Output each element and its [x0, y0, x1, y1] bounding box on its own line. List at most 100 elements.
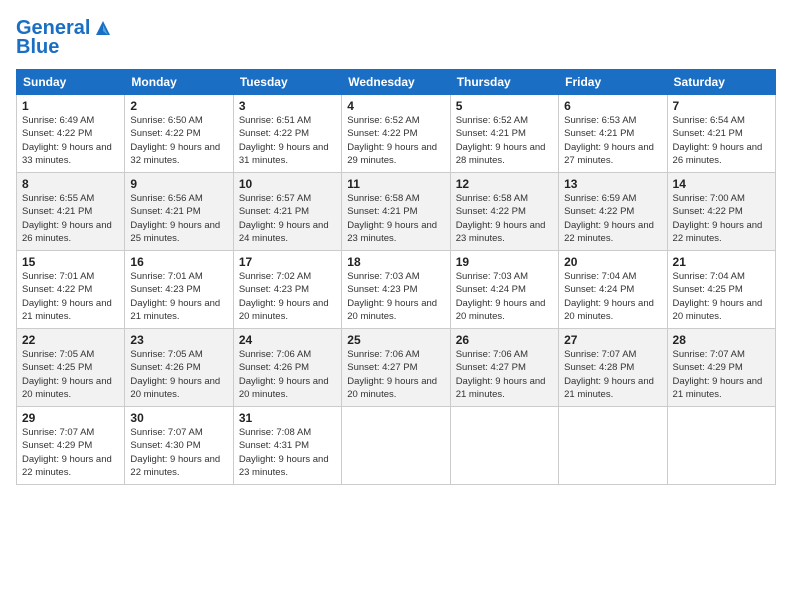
weekday-header-wednesday: Wednesday	[342, 70, 450, 95]
day-info: Sunrise: 7:01 AMSunset: 4:23 PMDaylight:…	[130, 270, 227, 323]
day-info: Sunrise: 6:54 AMSunset: 4:21 PMDaylight:…	[673, 114, 770, 167]
calendar-cell: 8Sunrise: 6:55 AMSunset: 4:21 PMDaylight…	[17, 173, 125, 251]
weekday-header-saturday: Saturday	[667, 70, 775, 95]
day-info: Sunrise: 7:07 AMSunset: 4:29 PMDaylight:…	[22, 426, 119, 479]
day-number: 22	[22, 333, 119, 347]
day-number: 9	[130, 177, 227, 191]
calendar-cell: 17Sunrise: 7:02 AMSunset: 4:23 PMDayligh…	[233, 251, 341, 329]
day-number: 3	[239, 99, 336, 113]
calendar-cell	[450, 407, 558, 485]
day-number: 31	[239, 411, 336, 425]
day-info: Sunrise: 7:04 AMSunset: 4:24 PMDaylight:…	[564, 270, 661, 323]
calendar-cell: 23Sunrise: 7:05 AMSunset: 4:26 PMDayligh…	[125, 329, 233, 407]
calendar-cell: 5Sunrise: 6:52 AMSunset: 4:21 PMDaylight…	[450, 95, 558, 173]
day-number: 11	[347, 177, 444, 191]
day-info: Sunrise: 6:55 AMSunset: 4:21 PMDaylight:…	[22, 192, 119, 245]
day-info: Sunrise: 6:56 AMSunset: 4:21 PMDaylight:…	[130, 192, 227, 245]
day-number: 14	[673, 177, 770, 191]
day-number: 1	[22, 99, 119, 113]
day-number: 5	[456, 99, 553, 113]
calendar-cell: 22Sunrise: 7:05 AMSunset: 4:25 PMDayligh…	[17, 329, 125, 407]
day-number: 30	[130, 411, 227, 425]
calendar-cell: 3Sunrise: 6:51 AMSunset: 4:22 PMDaylight…	[233, 95, 341, 173]
calendar-cell: 18Sunrise: 7:03 AMSunset: 4:23 PMDayligh…	[342, 251, 450, 329]
calendar-cell: 1Sunrise: 6:49 AMSunset: 4:22 PMDaylight…	[17, 95, 125, 173]
day-number: 4	[347, 99, 444, 113]
day-number: 27	[564, 333, 661, 347]
day-info: Sunrise: 7:06 AMSunset: 4:27 PMDaylight:…	[347, 348, 444, 401]
calendar-cell: 16Sunrise: 7:01 AMSunset: 4:23 PMDayligh…	[125, 251, 233, 329]
day-info: Sunrise: 6:58 AMSunset: 4:22 PMDaylight:…	[456, 192, 553, 245]
weekday-header-tuesday: Tuesday	[233, 70, 341, 95]
day-info: Sunrise: 7:02 AMSunset: 4:23 PMDaylight:…	[239, 270, 336, 323]
day-number: 13	[564, 177, 661, 191]
day-number: 8	[22, 177, 119, 191]
day-info: Sunrise: 6:58 AMSunset: 4:21 PMDaylight:…	[347, 192, 444, 245]
calendar-week-2: 8Sunrise: 6:55 AMSunset: 4:21 PMDaylight…	[17, 173, 776, 251]
calendar-week-3: 15Sunrise: 7:01 AMSunset: 4:22 PMDayligh…	[17, 251, 776, 329]
day-info: Sunrise: 6:50 AMSunset: 4:22 PMDaylight:…	[130, 114, 227, 167]
calendar-cell: 30Sunrise: 7:07 AMSunset: 4:30 PMDayligh…	[125, 407, 233, 485]
day-info: Sunrise: 7:00 AMSunset: 4:22 PMDaylight:…	[673, 192, 770, 245]
logo-icon	[92, 17, 114, 39]
day-number: 28	[673, 333, 770, 347]
day-info: Sunrise: 7:06 AMSunset: 4:27 PMDaylight:…	[456, 348, 553, 401]
day-number: 19	[456, 255, 553, 269]
day-info: Sunrise: 7:07 AMSunset: 4:28 PMDaylight:…	[564, 348, 661, 401]
calendar-cell: 26Sunrise: 7:06 AMSunset: 4:27 PMDayligh…	[450, 329, 558, 407]
calendar-cell: 27Sunrise: 7:07 AMSunset: 4:28 PMDayligh…	[559, 329, 667, 407]
calendar-week-1: 1Sunrise: 6:49 AMSunset: 4:22 PMDaylight…	[17, 95, 776, 173]
calendar-cell: 6Sunrise: 6:53 AMSunset: 4:21 PMDaylight…	[559, 95, 667, 173]
day-info: Sunrise: 6:53 AMSunset: 4:21 PMDaylight:…	[564, 114, 661, 167]
page-container: General Blue SundayMondayTuesdayWednesda…	[0, 0, 792, 612]
day-number: 21	[673, 255, 770, 269]
calendar-cell: 19Sunrise: 7:03 AMSunset: 4:24 PMDayligh…	[450, 251, 558, 329]
calendar-cell: 13Sunrise: 6:59 AMSunset: 4:22 PMDayligh…	[559, 173, 667, 251]
calendar-cell: 11Sunrise: 6:58 AMSunset: 4:21 PMDayligh…	[342, 173, 450, 251]
day-info: Sunrise: 7:01 AMSunset: 4:22 PMDaylight:…	[22, 270, 119, 323]
day-number: 24	[239, 333, 336, 347]
day-info: Sunrise: 7:03 AMSunset: 4:23 PMDaylight:…	[347, 270, 444, 323]
day-info: Sunrise: 6:52 AMSunset: 4:22 PMDaylight:…	[347, 114, 444, 167]
day-number: 7	[673, 99, 770, 113]
calendar-cell: 31Sunrise: 7:08 AMSunset: 4:31 PMDayligh…	[233, 407, 341, 485]
day-number: 18	[347, 255, 444, 269]
day-info: Sunrise: 6:51 AMSunset: 4:22 PMDaylight:…	[239, 114, 336, 167]
day-number: 23	[130, 333, 227, 347]
day-number: 6	[564, 99, 661, 113]
day-info: Sunrise: 7:04 AMSunset: 4:25 PMDaylight:…	[673, 270, 770, 323]
calendar-cell: 9Sunrise: 6:56 AMSunset: 4:21 PMDaylight…	[125, 173, 233, 251]
day-info: Sunrise: 7:07 AMSunset: 4:30 PMDaylight:…	[130, 426, 227, 479]
day-number: 17	[239, 255, 336, 269]
day-number: 2	[130, 99, 227, 113]
calendar-cell: 21Sunrise: 7:04 AMSunset: 4:25 PMDayligh…	[667, 251, 775, 329]
weekday-header-monday: Monday	[125, 70, 233, 95]
calendar-cell: 24Sunrise: 7:06 AMSunset: 4:26 PMDayligh…	[233, 329, 341, 407]
day-info: Sunrise: 7:05 AMSunset: 4:26 PMDaylight:…	[130, 348, 227, 401]
day-info: Sunrise: 7:05 AMSunset: 4:25 PMDaylight:…	[22, 348, 119, 401]
weekday-header-thursday: Thursday	[450, 70, 558, 95]
day-number: 16	[130, 255, 227, 269]
calendar-cell: 25Sunrise: 7:06 AMSunset: 4:27 PMDayligh…	[342, 329, 450, 407]
day-number: 25	[347, 333, 444, 347]
calendar-body: 1Sunrise: 6:49 AMSunset: 4:22 PMDaylight…	[17, 95, 776, 485]
calendar-cell: 29Sunrise: 7:07 AMSunset: 4:29 PMDayligh…	[17, 407, 125, 485]
day-number: 29	[22, 411, 119, 425]
day-number: 15	[22, 255, 119, 269]
calendar-cell	[559, 407, 667, 485]
day-info: Sunrise: 7:03 AMSunset: 4:24 PMDaylight:…	[456, 270, 553, 323]
calendar-cell: 28Sunrise: 7:07 AMSunset: 4:29 PMDayligh…	[667, 329, 775, 407]
header: General Blue	[16, 16, 776, 59]
day-number: 12	[456, 177, 553, 191]
calendar-week-4: 22Sunrise: 7:05 AMSunset: 4:25 PMDayligh…	[17, 329, 776, 407]
calendar-week-5: 29Sunrise: 7:07 AMSunset: 4:29 PMDayligh…	[17, 407, 776, 485]
weekday-header-row: SundayMondayTuesdayWednesdayThursdayFrid…	[17, 70, 776, 95]
calendar-cell: 2Sunrise: 6:50 AMSunset: 4:22 PMDaylight…	[125, 95, 233, 173]
day-number: 20	[564, 255, 661, 269]
calendar-cell: 7Sunrise: 6:54 AMSunset: 4:21 PMDaylight…	[667, 95, 775, 173]
calendar-cell: 14Sunrise: 7:00 AMSunset: 4:22 PMDayligh…	[667, 173, 775, 251]
day-info: Sunrise: 6:59 AMSunset: 4:22 PMDaylight:…	[564, 192, 661, 245]
calendar-table: SundayMondayTuesdayWednesdayThursdayFrid…	[16, 69, 776, 485]
weekday-header-sunday: Sunday	[17, 70, 125, 95]
day-info: Sunrise: 6:52 AMSunset: 4:21 PMDaylight:…	[456, 114, 553, 167]
